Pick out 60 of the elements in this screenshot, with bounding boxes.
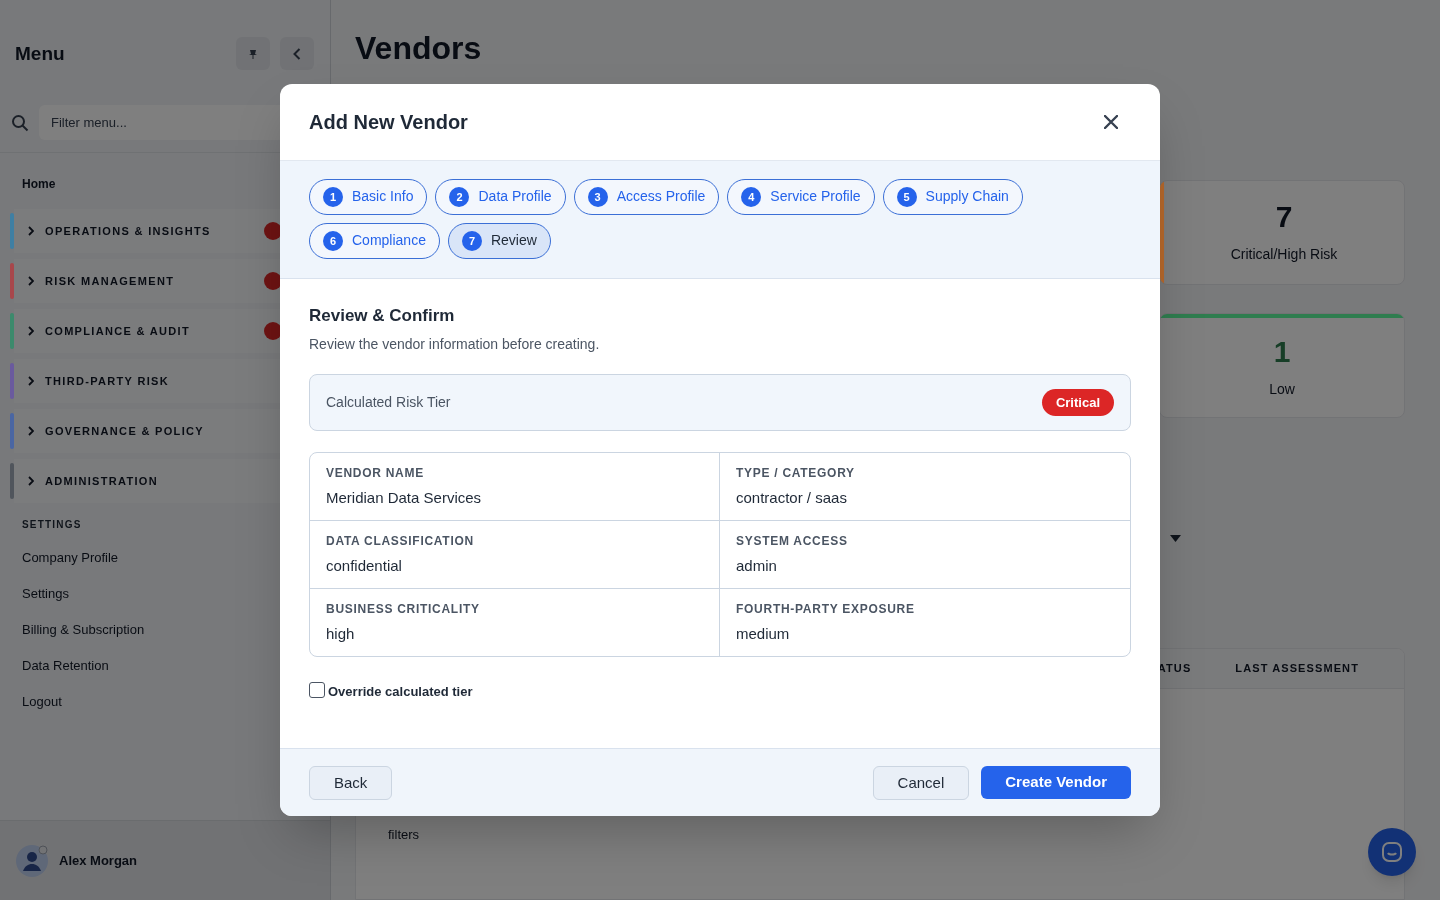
field-value: contractor / saas [736, 487, 847, 508]
user-name: Alex Morgan [59, 851, 137, 870]
stat-label: Critical/High Risk [1230, 245, 1338, 264]
sidebar-link[interactable]: Logout [22, 684, 62, 720]
risk-tier-badge: Critical [1041, 388, 1114, 416]
page-title: Vendors [355, 29, 482, 68]
field-value: Meridian Data Services [326, 487, 482, 508]
dialog-title: Add New Vendor [309, 109, 468, 135]
step-number: 6 [323, 230, 343, 251]
chevron-left-icon [293, 47, 301, 60]
avatar-icon [16, 844, 48, 877]
home-link[interactable]: Home [22, 175, 56, 193]
sidebar-link[interactable]: Settings [22, 576, 69, 612]
stat-label: Low [1269, 380, 1295, 399]
field-value: confidential [326, 555, 402, 576]
back-button[interactable]: Back [309, 765, 393, 800]
sidebar-link[interactable]: Data Retention [22, 648, 109, 684]
risk-tier-label: Calculated Risk Tier [326, 392, 451, 412]
step-tab[interactable]: 5 Supply Chain [882, 178, 1023, 215]
search-icon [11, 113, 29, 132]
menu-title: Menu [15, 42, 65, 66]
field-value: admin [736, 555, 777, 576]
step-tab[interactable]: 3 Access Profile [573, 178, 720, 215]
step-tab[interactable]: 7 Review [447, 222, 551, 259]
step-tab[interactable]: 1 Basic Info [309, 178, 428, 215]
empty-state-text: filters [388, 826, 420, 844]
stat-value: 1 [1273, 335, 1291, 369]
pin-icon [248, 48, 258, 59]
close-icon [1104, 114, 1118, 129]
field-label: SYSTEM ACCESS [736, 532, 848, 549]
step-tab[interactable]: 4 Service Profile [727, 178, 875, 215]
step-number: 7 [461, 230, 482, 251]
caret-down-icon[interactable] [1170, 534, 1181, 542]
field-label: TYPE / CATEGORY [736, 464, 855, 481]
field-value: high [326, 623, 355, 644]
stat-value: 7 [1275, 200, 1293, 234]
column-header: LAST ASSESSMENT [1235, 661, 1359, 677]
step-number: 3 [587, 186, 608, 207]
step-tab[interactable]: 6 Compliance [309, 222, 440, 259]
step-number: 2 [449, 186, 470, 207]
field-value: medium [736, 623, 790, 644]
field-label: DATA CLASSIFICATION [326, 532, 474, 549]
step-tab[interactable]: 2 Data Profile [435, 178, 566, 215]
create-vendor-button[interactable]: Create Vendor [981, 765, 1131, 799]
field-label: BUSINESS CRITICALITY [326, 600, 480, 617]
settings-heading: SETTINGS [22, 518, 82, 532]
section-subtitle: Review the vendor information before creating. [309, 334, 600, 354]
pin-button[interactable] [236, 37, 270, 70]
step-number: 1 [323, 186, 343, 207]
override-checkbox[interactable] [309, 682, 325, 698]
step-number: 5 [896, 186, 917, 207]
chat-icon [1381, 841, 1403, 863]
cancel-button[interactable]: Cancel [872, 765, 970, 800]
checkbox-label[interactable]: Override calculated tier [328, 681, 473, 702]
sidebar-link[interactable]: Company Profile [22, 540, 119, 576]
field-label: VENDOR NAME [326, 464, 424, 481]
field-label: FOURTH-PARTY EXPOSURE [736, 600, 915, 617]
step-number: 4 [741, 186, 762, 207]
sidebar-link[interactable]: Billing & Subscription [22, 612, 145, 648]
section-title: Review & Confirm [309, 304, 455, 327]
